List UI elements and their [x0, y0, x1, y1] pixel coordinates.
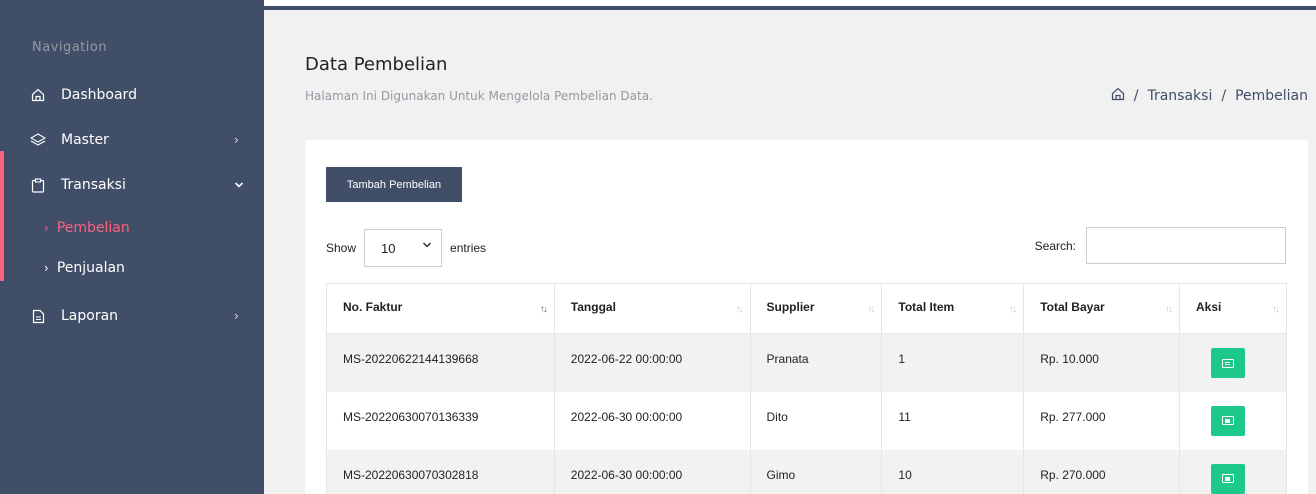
sidebar-item-transaksi[interactable]: Transaksi — [0, 165, 264, 205]
sidebar-subitem-penjualan[interactable]: › Penjualan — [44, 260, 125, 276]
breadcrumb-item-pembelian: Pembelian — [1235, 88, 1308, 104]
purchases-table: No. Faktur ↑↓ Tanggal ↑↓ Supplier ↑↓ Total … — [326, 283, 1287, 494]
cell-total-item: 11 — [881, 391, 1025, 450]
add-purchase-button[interactable]: Tambah Pembelian — [326, 167, 462, 202]
chevron-right-icon: › — [44, 261, 49, 275]
page-subtitle: Halaman Ini Digunakan Untuk Mengelola Pe… — [305, 89, 653, 103]
column-header-total-item[interactable]: Total Item ↑↓ — [881, 283, 1025, 334]
sidebar-subitem-label: Penjualan — [56, 260, 125, 276]
cell-tanggal: 2022-06-22 00:00:00 — [553, 333, 751, 392]
top-bar-sidebar-strip — [0, 0, 264, 10]
data-card: Tambah Pembelian Show 10 entries Search:… — [305, 140, 1308, 494]
detail-button[interactable] — [1211, 405, 1246, 436]
chevron-right-icon: › — [234, 309, 239, 323]
cell-no-faktur: MS-20220630070136339 — [326, 391, 555, 450]
sidebar-item-label: Laporan — [61, 308, 119, 324]
detail-icon — [1222, 358, 1235, 368]
layers-icon — [30, 132, 46, 148]
clipboard-icon — [30, 177, 46, 193]
home-icon[interactable] — [1111, 87, 1125, 105]
column-header-tanggal[interactable]: Tanggal ↑↓ — [553, 283, 751, 334]
cell-total-bayar: Rp. 277.000 — [1023, 391, 1181, 450]
cell-total-bayar: Rp. 270.000 — [1023, 449, 1181, 494]
cell-aksi — [1179, 391, 1287, 450]
entries-label: entries — [450, 241, 487, 255]
sidebar-subitem-label: Pembelian — [56, 220, 130, 236]
breadcrumb-separator: / — [1221, 88, 1227, 104]
page-title: Data Pembelian — [305, 54, 448, 75]
table-row: MS-20220630070302818 2022-06-30 00:00:00… — [326, 449, 1287, 494]
sort-icon: ↑↓ — [1165, 304, 1173, 315]
sidebar-item-label: Transaksi — [61, 177, 126, 193]
table-header-row: No. Faktur ↑↓ Tanggal ↑↓ Supplier ↑↓ Total … — [326, 283, 1287, 334]
sidebar-item-label: Dashboard — [61, 87, 137, 103]
sort-icon: ↑↓ — [1009, 304, 1017, 315]
cell-supplier: Gimo — [749, 449, 883, 494]
chevron-down-icon — [234, 178, 244, 192]
entries-select[interactable]: 10 — [364, 229, 443, 267]
detail-button[interactable] — [1211, 348, 1246, 378]
sidebar: Navigation Dashboard Master › Transaksi … — [0, 10, 264, 494]
cell-tanggal: 2022-06-30 00:00:00 — [553, 449, 751, 494]
sort-icon: ↑↓ — [867, 304, 875, 315]
cell-total-bayar: Rp. 10.000 — [1023, 333, 1181, 392]
detail-icon — [1222, 474, 1235, 483]
cell-aksi — [1179, 449, 1287, 494]
sidebar-item-label: Master — [61, 132, 109, 148]
cell-no-faktur: MS-20220622144139668 — [326, 333, 555, 392]
breadcrumb-separator: / — [1133, 88, 1139, 104]
cell-total-item: 10 — [881, 449, 1025, 494]
breadcrumb-item-transaksi[interactable]: Transaksi — [1147, 88, 1212, 104]
cell-no-faktur: MS-20220630070302818 — [326, 449, 555, 494]
file-icon — [30, 308, 46, 324]
cell-total-item: 1 — [881, 333, 1025, 392]
sidebar-item-master[interactable]: Master › — [0, 120, 264, 160]
detail-button[interactable] — [1211, 463, 1246, 494]
sidebar-item-laporan[interactable]: Laporan › — [0, 296, 264, 336]
search-label: Search: — [1034, 238, 1076, 253]
cell-tanggal: 2022-06-30 00:00:00 — [553, 391, 751, 450]
detail-icon — [1222, 416, 1235, 425]
column-header-supplier[interactable]: Supplier ↑↓ — [749, 283, 883, 334]
cell-supplier: Dito — [749, 391, 883, 450]
sidebar-subitem-pembelian[interactable]: › Pembelian — [44, 220, 130, 236]
top-bar — [0, 0, 1316, 10]
table-row: MS-20220622144139668 2022-06-22 00:00:00… — [326, 333, 1287, 392]
entries-length-control: Show 10 entries — [326, 229, 486, 267]
chevron-down-icon — [422, 241, 432, 252]
entries-select-value: 10 — [381, 240, 396, 256]
breadcrumb: / Transaksi / Pembelian — [1111, 87, 1308, 105]
column-header-no-faktur[interactable]: No. Faktur ↑↓ — [326, 283, 555, 334]
sidebar-item-dashboard[interactable]: Dashboard — [0, 75, 264, 115]
chevron-right-icon: › — [234, 133, 239, 147]
sort-icon: ↑↓ — [735, 304, 744, 315]
sort-icon: ↑↓ — [539, 304, 548, 315]
table-row: MS-20220630070136339 2022-06-30 00:00:00… — [326, 391, 1287, 450]
sidebar-heading: Navigation — [32, 40, 108, 55]
home-icon — [30, 87, 46, 103]
sort-icon: ↑↓ — [1272, 304, 1280, 315]
table-search: Search: — [1035, 227, 1286, 264]
search-input[interactable] — [1086, 227, 1286, 264]
main-content: Data Pembelian Halaman Ini Digunakan Unt… — [264, 10, 1316, 494]
cell-aksi — [1179, 333, 1287, 392]
show-label: Show — [326, 241, 357, 255]
chevron-right-icon: › — [44, 221, 49, 235]
cell-supplier: Pranata — [749, 333, 883, 392]
column-header-total-bayar[interactable]: Total Bayar ↑↓ — [1023, 283, 1181, 334]
column-header-aksi[interactable]: Aksi ↑↓ — [1179, 283, 1287, 334]
